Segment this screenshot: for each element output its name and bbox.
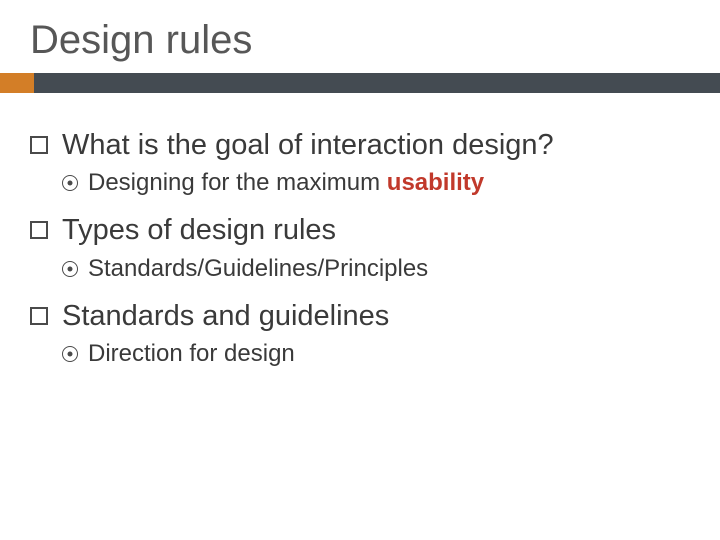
sub-text-pre: Direction for design bbox=[88, 340, 295, 367]
divider-bar bbox=[0, 73, 720, 93]
content-area: What is the goal of interaction design? … bbox=[0, 93, 720, 369]
sub-list-item-text: Standards/Guidelines/Principles bbox=[88, 253, 428, 284]
list-item-text: Types of design rules bbox=[62, 212, 336, 248]
target-bullet-icon bbox=[62, 261, 78, 277]
sub-text-pre: Designing for the maximum bbox=[88, 169, 387, 196]
list-item: Standards and guidelines bbox=[30, 298, 690, 334]
list-item: Types of design rules bbox=[30, 212, 690, 248]
slide: Design rules What is the goal of interac… bbox=[0, 0, 720, 540]
list-item-text: What is the goal of interaction design? bbox=[62, 127, 554, 163]
sub-list-item: Direction for design bbox=[62, 338, 690, 369]
sub-list-item-text: Direction for design bbox=[88, 338, 295, 369]
divider-accent bbox=[0, 73, 34, 93]
target-bullet-icon bbox=[62, 346, 78, 362]
square-bullet-icon bbox=[30, 307, 48, 325]
sub-list-item: Designing for the maximum usability bbox=[62, 167, 690, 198]
list-item-text: Standards and guidelines bbox=[62, 298, 389, 334]
divider-main bbox=[34, 73, 720, 93]
list-item: What is the goal of interaction design? bbox=[30, 127, 690, 163]
sub-list-item-text: Designing for the maximum usability bbox=[88, 167, 484, 198]
sub-text-highlight: usability bbox=[387, 169, 484, 196]
sub-list-item: Standards/Guidelines/Principles bbox=[62, 253, 690, 284]
square-bullet-icon bbox=[30, 136, 48, 154]
square-bullet-icon bbox=[30, 221, 48, 239]
target-bullet-icon bbox=[62, 175, 78, 191]
sub-text-pre: Standards/Guidelines/Principles bbox=[88, 255, 428, 282]
slide-title: Design rules bbox=[0, 0, 720, 63]
